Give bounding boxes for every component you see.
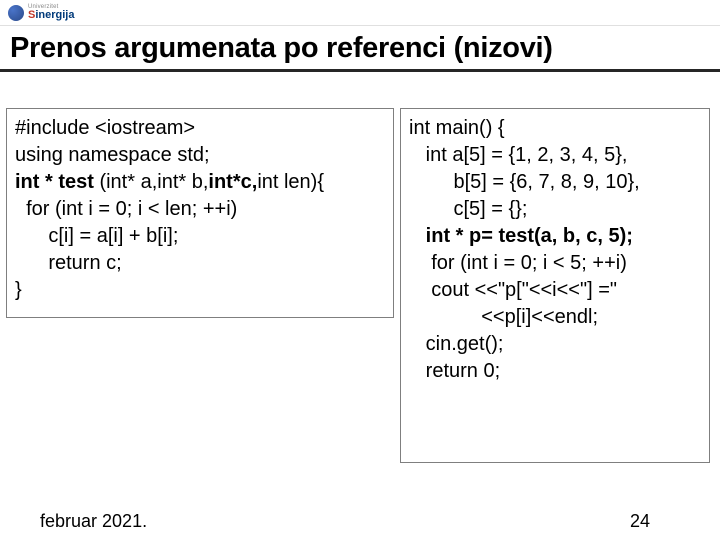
code-box-right: int main() { int a[5] = {1, 2, 3, 4, 5},… [400,108,710,463]
code-plain: (int* a,int* b, [99,171,208,193]
code-bold: int*c, [208,171,257,193]
code-line: return c; [15,250,385,277]
code-line: <<p[i]<<endl; [409,304,701,331]
code-line: int a[5] = {1, 2, 3, 4, 5}, [409,142,701,169]
footer-date: februar 2021. [40,511,147,532]
code-line: b[5] = {6, 7, 8, 9, 10}, [409,169,701,196]
code-line: c[5] = {}; [409,196,701,223]
code-line: c[i] = a[i] + b[i]; [15,223,385,250]
code-line: } [15,277,385,304]
code-line: cout <<"p["<<i<<"] =" [409,277,701,304]
code-line: using namespace std; [15,142,385,169]
code-line: int * p= test(a, b, c, 5); [409,223,701,250]
code-line: cin.get(); [409,331,701,358]
code-plain: int len){ [257,171,324,193]
code-plain [409,225,426,247]
code-box-left: #include <iostream> using namespace std;… [6,108,394,318]
slide-title: Prenos argumenata po referenci (nizovi) [0,26,720,69]
footer-page: 24 [630,511,650,532]
logo-rest: inergija [35,9,74,21]
logo-bar: Univerzitet Sinergija [0,0,720,26]
code-line: int main() { [409,115,701,142]
code-line: int * test (int* a,int* b,int*c,int len)… [15,169,385,196]
code-line: for (int i = 0; i < 5; ++i) [409,250,701,277]
slide-content: #include <iostream> using namespace std;… [0,72,720,502]
code-line: return 0; [409,358,701,385]
code-bold: int * test [15,171,99,193]
code-bold: int * p= test(a, b, c, 5); [426,225,633,247]
slide-footer: februar 2021. 24 [0,511,720,532]
code-line: #include <iostream> [15,115,385,142]
logo-name: Sinergija [28,10,74,21]
logo-badge-icon [8,5,24,21]
logo-text: Univerzitet Sinergija [28,4,74,21]
code-line: for (int i = 0; i < len; ++i) [15,196,385,223]
